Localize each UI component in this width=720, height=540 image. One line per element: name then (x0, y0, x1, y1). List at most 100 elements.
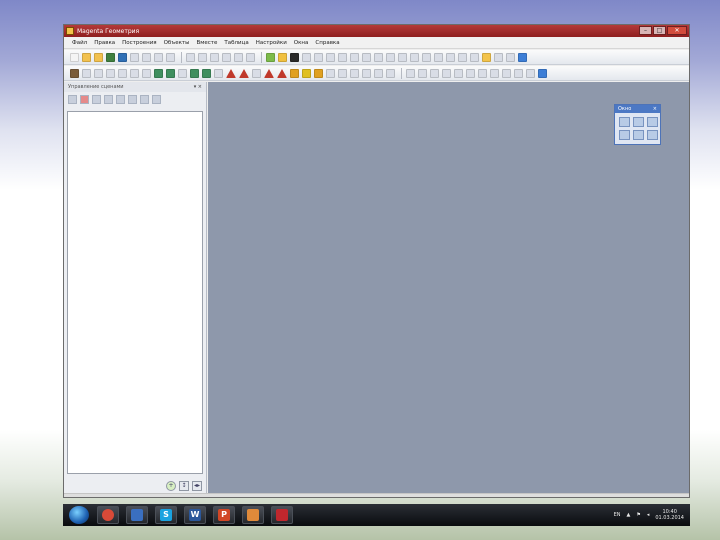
duplicate-scene-icon[interactable] (128, 94, 137, 104)
section-tool-icon[interactable] (264, 68, 274, 78)
style-icon[interactable] (422, 52, 431, 62)
menu-objects[interactable]: Объекты (164, 40, 190, 46)
text-tool-icon[interactable] (70, 68, 79, 78)
show-icon[interactable] (386, 52, 395, 62)
prism-tool-icon[interactable] (202, 68, 211, 78)
lock-icon[interactable] (446, 52, 455, 62)
menu-windows[interactable]: Окна (294, 40, 309, 46)
taskbar-powerpoint[interactable]: P (213, 506, 235, 524)
plane-tool-icon[interactable] (214, 68, 223, 78)
move-icon[interactable] (314, 52, 323, 62)
axes-icon[interactable] (362, 52, 371, 62)
cut-icon[interactable] (186, 52, 195, 62)
measure-area-icon[interactable] (430, 68, 439, 78)
language-indicator[interactable]: EN (614, 512, 621, 518)
triangle-tool-icon[interactable] (166, 68, 175, 78)
hide-icon[interactable] (374, 52, 383, 62)
unfold-tool-icon[interactable] (277, 68, 287, 78)
grid-icon[interactable] (350, 52, 359, 62)
group-icon[interactable] (470, 52, 479, 62)
toolbox-pen-icon[interactable] (647, 130, 658, 140)
intersection-tool-icon[interactable] (290, 68, 299, 78)
save-icon[interactable] (106, 52, 115, 62)
menu-settings[interactable]: Настройки (256, 40, 287, 46)
paste-icon[interactable] (210, 52, 219, 62)
parallel-tool-icon[interactable] (362, 68, 371, 78)
add-scene-icon[interactable] (68, 94, 77, 104)
ellipse-tool-icon[interactable] (478, 68, 487, 78)
measure-angle-icon[interactable] (418, 68, 427, 78)
projection-tool-icon[interactable] (302, 68, 311, 78)
toolbox-arrow-icon[interactable] (633, 117, 644, 127)
line-tool-icon[interactable] (94, 68, 103, 78)
surface-tool-icon[interactable] (526, 68, 535, 78)
edit-scene-icon[interactable] (116, 94, 125, 104)
rotate-icon[interactable] (302, 52, 311, 62)
pyramid-tool-icon[interactable] (226, 68, 236, 78)
move-up-icon[interactable] (92, 94, 101, 104)
scene-settings-icon[interactable] (152, 94, 161, 104)
copy-icon[interactable] (198, 52, 207, 62)
taskbar-save[interactable] (126, 506, 148, 524)
cube-tool-icon[interactable] (190, 68, 199, 78)
trace-icon[interactable] (434, 52, 443, 62)
scene-list[interactable] (67, 111, 203, 474)
toolbox-rotate-icon[interactable] (619, 130, 630, 140)
volume-icon[interactable]: ◂ (647, 512, 650, 518)
flag-icon[interactable]: ⚑ (636, 512, 640, 518)
menu-constructions[interactable]: Построения (122, 40, 156, 46)
midpoint-tool-icon[interactable] (338, 68, 347, 78)
redo-icon[interactable] (246, 52, 255, 62)
translate-tool-icon[interactable] (326, 68, 335, 78)
menu-together[interactable]: Вместе (196, 40, 217, 46)
help-icon[interactable] (482, 52, 491, 62)
sector-tool-icon[interactable] (466, 68, 475, 78)
note-icon[interactable] (506, 52, 515, 62)
scale-icon[interactable] (326, 52, 335, 62)
panel-header-buttons[interactable]: ▾ × (194, 82, 202, 92)
title-bar[interactable]: Magenta Геометрия – □ ✕ (64, 25, 689, 37)
move-down-icon[interactable] (104, 94, 113, 104)
play-button[interactable]: ◂▸ (192, 481, 202, 491)
taskbar-app[interactable] (242, 506, 264, 524)
preview-icon[interactable] (142, 52, 151, 62)
arc-tool-icon[interactable] (454, 68, 463, 78)
menu-help[interactable]: Справка (315, 40, 339, 46)
frustum-tool-icon[interactable] (502, 68, 511, 78)
view-3d-icon[interactable] (538, 68, 547, 78)
cone-tool-icon[interactable] (239, 68, 249, 78)
taskbar-pdf[interactable] (271, 506, 293, 524)
color-icon[interactable] (410, 52, 419, 62)
point-tool-icon[interactable] (82, 68, 91, 78)
reflection-tool-icon[interactable] (314, 68, 323, 78)
zoom-in-button[interactable]: + (166, 481, 176, 491)
ray-tool-icon[interactable] (118, 68, 127, 78)
maximize-button[interactable]: □ (653, 26, 666, 35)
segment-tool-icon[interactable] (106, 68, 115, 78)
open-recent-icon[interactable] (94, 52, 103, 62)
rename-scene-icon[interactable] (140, 94, 149, 104)
menu-file[interactable]: Файл (72, 40, 87, 46)
angle-tool-icon[interactable] (142, 68, 151, 78)
network-icon[interactable]: ▲ (627, 512, 631, 518)
info-icon[interactable] (494, 52, 503, 62)
measure-volume-icon[interactable] (442, 68, 451, 78)
animate-icon[interactable] (266, 52, 275, 62)
zoom-fit-button[interactable]: ↕ (179, 481, 189, 491)
toolbox-header[interactable]: Окно × (615, 105, 660, 113)
menu-table[interactable]: Таблица (224, 40, 248, 46)
image-icon[interactable] (166, 52, 175, 62)
height-tool-icon[interactable] (386, 68, 395, 78)
taskbar-word[interactable]: W (184, 506, 206, 524)
new-file-icon[interactable] (70, 52, 79, 62)
menu-edit[interactable]: Правка (94, 40, 115, 46)
unlock-icon[interactable] (458, 52, 467, 62)
save-as-icon[interactable] (118, 52, 127, 62)
sphere-tool-icon[interactable] (252, 68, 261, 78)
taskbar-chrome[interactable] (97, 506, 119, 524)
sum-icon[interactable] (518, 52, 527, 62)
measure-length-icon[interactable] (406, 68, 415, 78)
delete-scene-icon[interactable] (80, 94, 89, 104)
export-icon[interactable] (154, 52, 163, 62)
taskbar-skype[interactable]: S (155, 506, 177, 524)
